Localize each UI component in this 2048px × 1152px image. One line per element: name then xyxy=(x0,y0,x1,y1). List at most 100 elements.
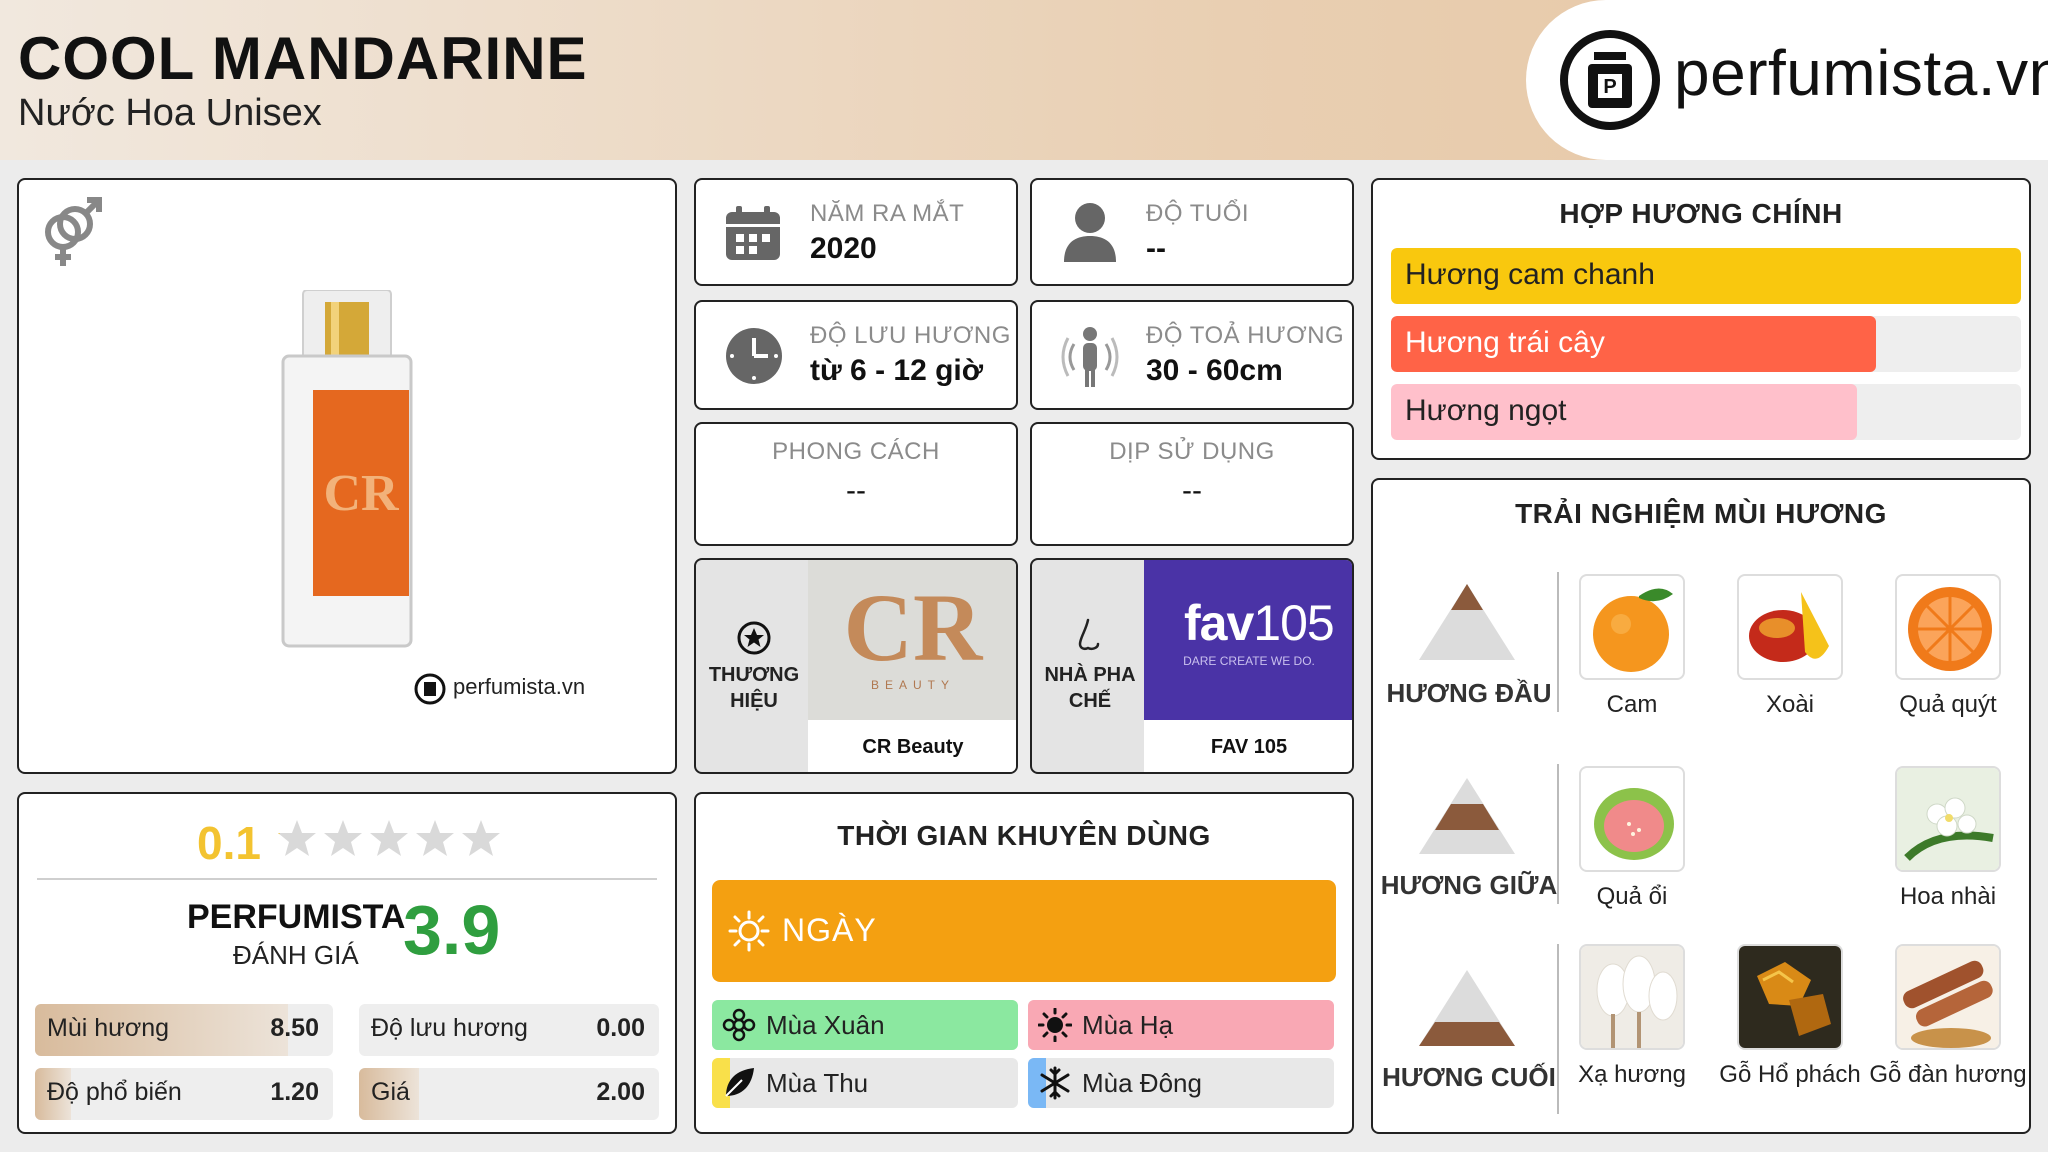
watermark-text: perfumista.vn xyxy=(453,674,586,699)
svg-text:CR: CR xyxy=(323,465,400,522)
ingredient-amber-wood[interactable] xyxy=(1737,944,1843,1050)
ingredient-name: Xạ hương xyxy=(1578,1061,1686,1088)
middle-note-label: HƯƠNG GIỮA xyxy=(1380,870,1558,900)
longevity-card: ĐỘ LƯU HƯƠNG từ 6 - 12 giờ xyxy=(694,300,1018,410)
perfumer-label: NHÀ PHA CHẾ xyxy=(1044,664,1136,712)
perfume-bottle-image: CR xyxy=(281,290,413,648)
main-accords-card: HỢP HƯƠNG CHÍNH Hương cam chanh Hương tr… xyxy=(1371,178,2031,460)
ingredient-sandalwood[interactable] xyxy=(1895,944,2001,1050)
pyramid-middle-icon xyxy=(1419,778,1515,854)
longevity-value: từ 6 - 12 giờ xyxy=(810,354,984,387)
person-icon xyxy=(1064,203,1116,262)
score-longevity: Độ lưu hương 0.00 xyxy=(359,1004,659,1056)
tangerine-icon xyxy=(1908,587,1992,671)
pyramid-top-icon xyxy=(1419,584,1515,660)
perfumer-card[interactable]: NHÀ PHA CHẾ fav105 DARE CREATE WE DO. FA… xyxy=(1030,558,1354,774)
header-banner: COOL MANDARINE Nước Hoa Unisex P perfumi… xyxy=(0,0,2048,160)
score-popularity: Độ phổ biến 1.20 xyxy=(35,1068,333,1120)
perfumer-logo-image: fav105 DARE CREATE WE DO. xyxy=(1144,560,1352,720)
day-label: NGÀY xyxy=(782,912,877,948)
ingredient-tangerine[interactable] xyxy=(1895,574,2001,680)
age-card: ĐỘ TUỔI -- xyxy=(1030,178,1354,286)
amber-icon xyxy=(1739,946,1841,1048)
season-autumn: Mùa Thu xyxy=(712,1058,1018,1108)
sillage-value: 30 - 60cm xyxy=(1146,354,1283,387)
ingredient-guava[interactable] xyxy=(1579,766,1685,872)
perfumista-label: PERFUMISTA xyxy=(187,898,406,936)
perfumer-name-strip: FAV 105 xyxy=(1144,720,1352,772)
launch-year-label: NĂM RA MẮT xyxy=(810,200,965,227)
svg-text:P: P xyxy=(1603,76,1616,98)
orange-icon xyxy=(1593,588,1673,672)
clock-icon xyxy=(726,328,782,384)
age-value: -- xyxy=(1146,232,1166,265)
star-rating[interactable] xyxy=(275,816,505,866)
brand-label: THƯƠNG HIỆU xyxy=(708,664,800,712)
ingredient-name: Quả ổi xyxy=(1596,883,1668,910)
accords-title: HỢP HƯƠNG CHÍNH xyxy=(1559,198,1843,229)
accord-bar-fruity: Hương trái cây xyxy=(1391,316,2021,372)
ingredient-name: Gỗ Hổ phách xyxy=(1719,1061,1861,1088)
guava-icon xyxy=(1594,788,1674,860)
pyramid-base-icon xyxy=(1419,970,1515,1046)
perfumista-logo-text: perfumista.vn xyxy=(1674,37,2048,109)
accord-bar-citrus: Hương cam chanh xyxy=(1391,248,2021,304)
top-note-label: HƯƠNG ĐẦU xyxy=(1386,678,1552,708)
flower-icon xyxy=(722,1008,756,1042)
perfumista-score: 3.9 xyxy=(403,891,501,969)
style-card: PHONG CÁCH -- xyxy=(694,422,1018,546)
brand-card[interactable]: THƯƠNG HIỆU CR BEAUTY CR Beauty xyxy=(694,558,1018,774)
ingredient-name: Cam xyxy=(1606,691,1658,718)
watermark-logo-icon xyxy=(414,673,446,705)
calendar-icon xyxy=(726,206,780,260)
scent-experience-card: TRẢI NGHIỆM MÙI HƯƠNG HƯƠNG ĐẦU HƯƠNG GI… xyxy=(1371,478,2031,1134)
perfume-title: COOL MANDARINE xyxy=(18,25,588,92)
ingredient-orange[interactable] xyxy=(1579,574,1685,680)
occasion-value: -- xyxy=(1182,474,1202,507)
accord-bar-sweet: Hương ngọt xyxy=(1391,384,2021,440)
product-image-card: CR perfumista.vn xyxy=(17,178,677,774)
leaf-icon xyxy=(725,1068,754,1097)
star-icons xyxy=(278,820,500,856)
age-label: ĐỘ TUỔI xyxy=(1146,200,1250,227)
time-title: THỜI GIAN KHUYÊN DÙNG xyxy=(837,820,1211,851)
snowflake-icon xyxy=(1040,1066,1070,1100)
mango-icon xyxy=(1749,592,1829,662)
sandalwood-icon xyxy=(1897,946,1999,1048)
occasion-card: DỊP SỬ DỤNG -- xyxy=(1030,422,1354,546)
sun-icon xyxy=(1038,1008,1072,1042)
day-bar: NGÀY xyxy=(712,880,1336,982)
style-value: -- xyxy=(846,474,866,507)
launch-year-value: 2020 xyxy=(810,232,877,265)
perfumista-sublabel: ĐÁNH GIÁ xyxy=(233,940,359,970)
ingredient-name: Gỗ đàn hương xyxy=(1869,1061,2027,1088)
rating-card: 0.1 PERFUMISTA ĐÁNH GIÁ 3.9 Mùi hương 8.… xyxy=(17,792,677,1134)
sillage-label: ĐỘ TOẢ HƯƠNG xyxy=(1146,322,1345,349)
perfumista-logo-icon: P xyxy=(1560,30,1660,130)
style-label: PHONG CÁCH xyxy=(772,438,940,465)
jasmine-icon xyxy=(1897,768,1999,870)
brand-name-strip: CR Beauty xyxy=(808,720,1016,772)
score-price: Giá 2.00 xyxy=(359,1068,659,1120)
star-circle-icon xyxy=(737,621,771,655)
recommended-time-card: THỜI GIAN KHUYÊN DÙNG NGÀY Mùa Xuân Mùa … xyxy=(694,792,1354,1134)
nose-icon xyxy=(1078,618,1100,651)
sillage-icon xyxy=(1061,327,1119,387)
launch-year-card: NĂM RA MẮT 2020 xyxy=(694,178,1018,286)
ingredient-mango[interactable] xyxy=(1737,574,1843,680)
sillage-card: ĐỘ TOẢ HƯƠNG 30 - 60cm xyxy=(1030,300,1354,410)
longevity-label: ĐỘ LƯU HƯƠNG xyxy=(810,322,1011,349)
season-winter: Mùa Đông xyxy=(1028,1058,1334,1108)
score-scent: Mùi hương 8.50 xyxy=(35,1004,333,1056)
ingredient-jasmine[interactable] xyxy=(1895,766,2001,872)
sun-day-icon xyxy=(728,910,770,952)
ingredient-name: Quả quýt xyxy=(1899,691,1997,718)
ingredient-name: Xoài xyxy=(1765,691,1815,718)
ingredient-musk[interactable] xyxy=(1579,944,1685,1050)
accord-label-fruity: Hương trái cây xyxy=(1405,326,1605,359)
brand-logo-image: CR BEAUTY xyxy=(808,560,1016,720)
season-spring: Mùa Xuân xyxy=(712,1000,1018,1050)
accord-label-citrus: Hương cam chanh xyxy=(1405,258,1655,291)
base-note-label: HƯƠNG CUỐI xyxy=(1382,1062,1556,1092)
unisex-symbol-icon xyxy=(45,197,102,266)
